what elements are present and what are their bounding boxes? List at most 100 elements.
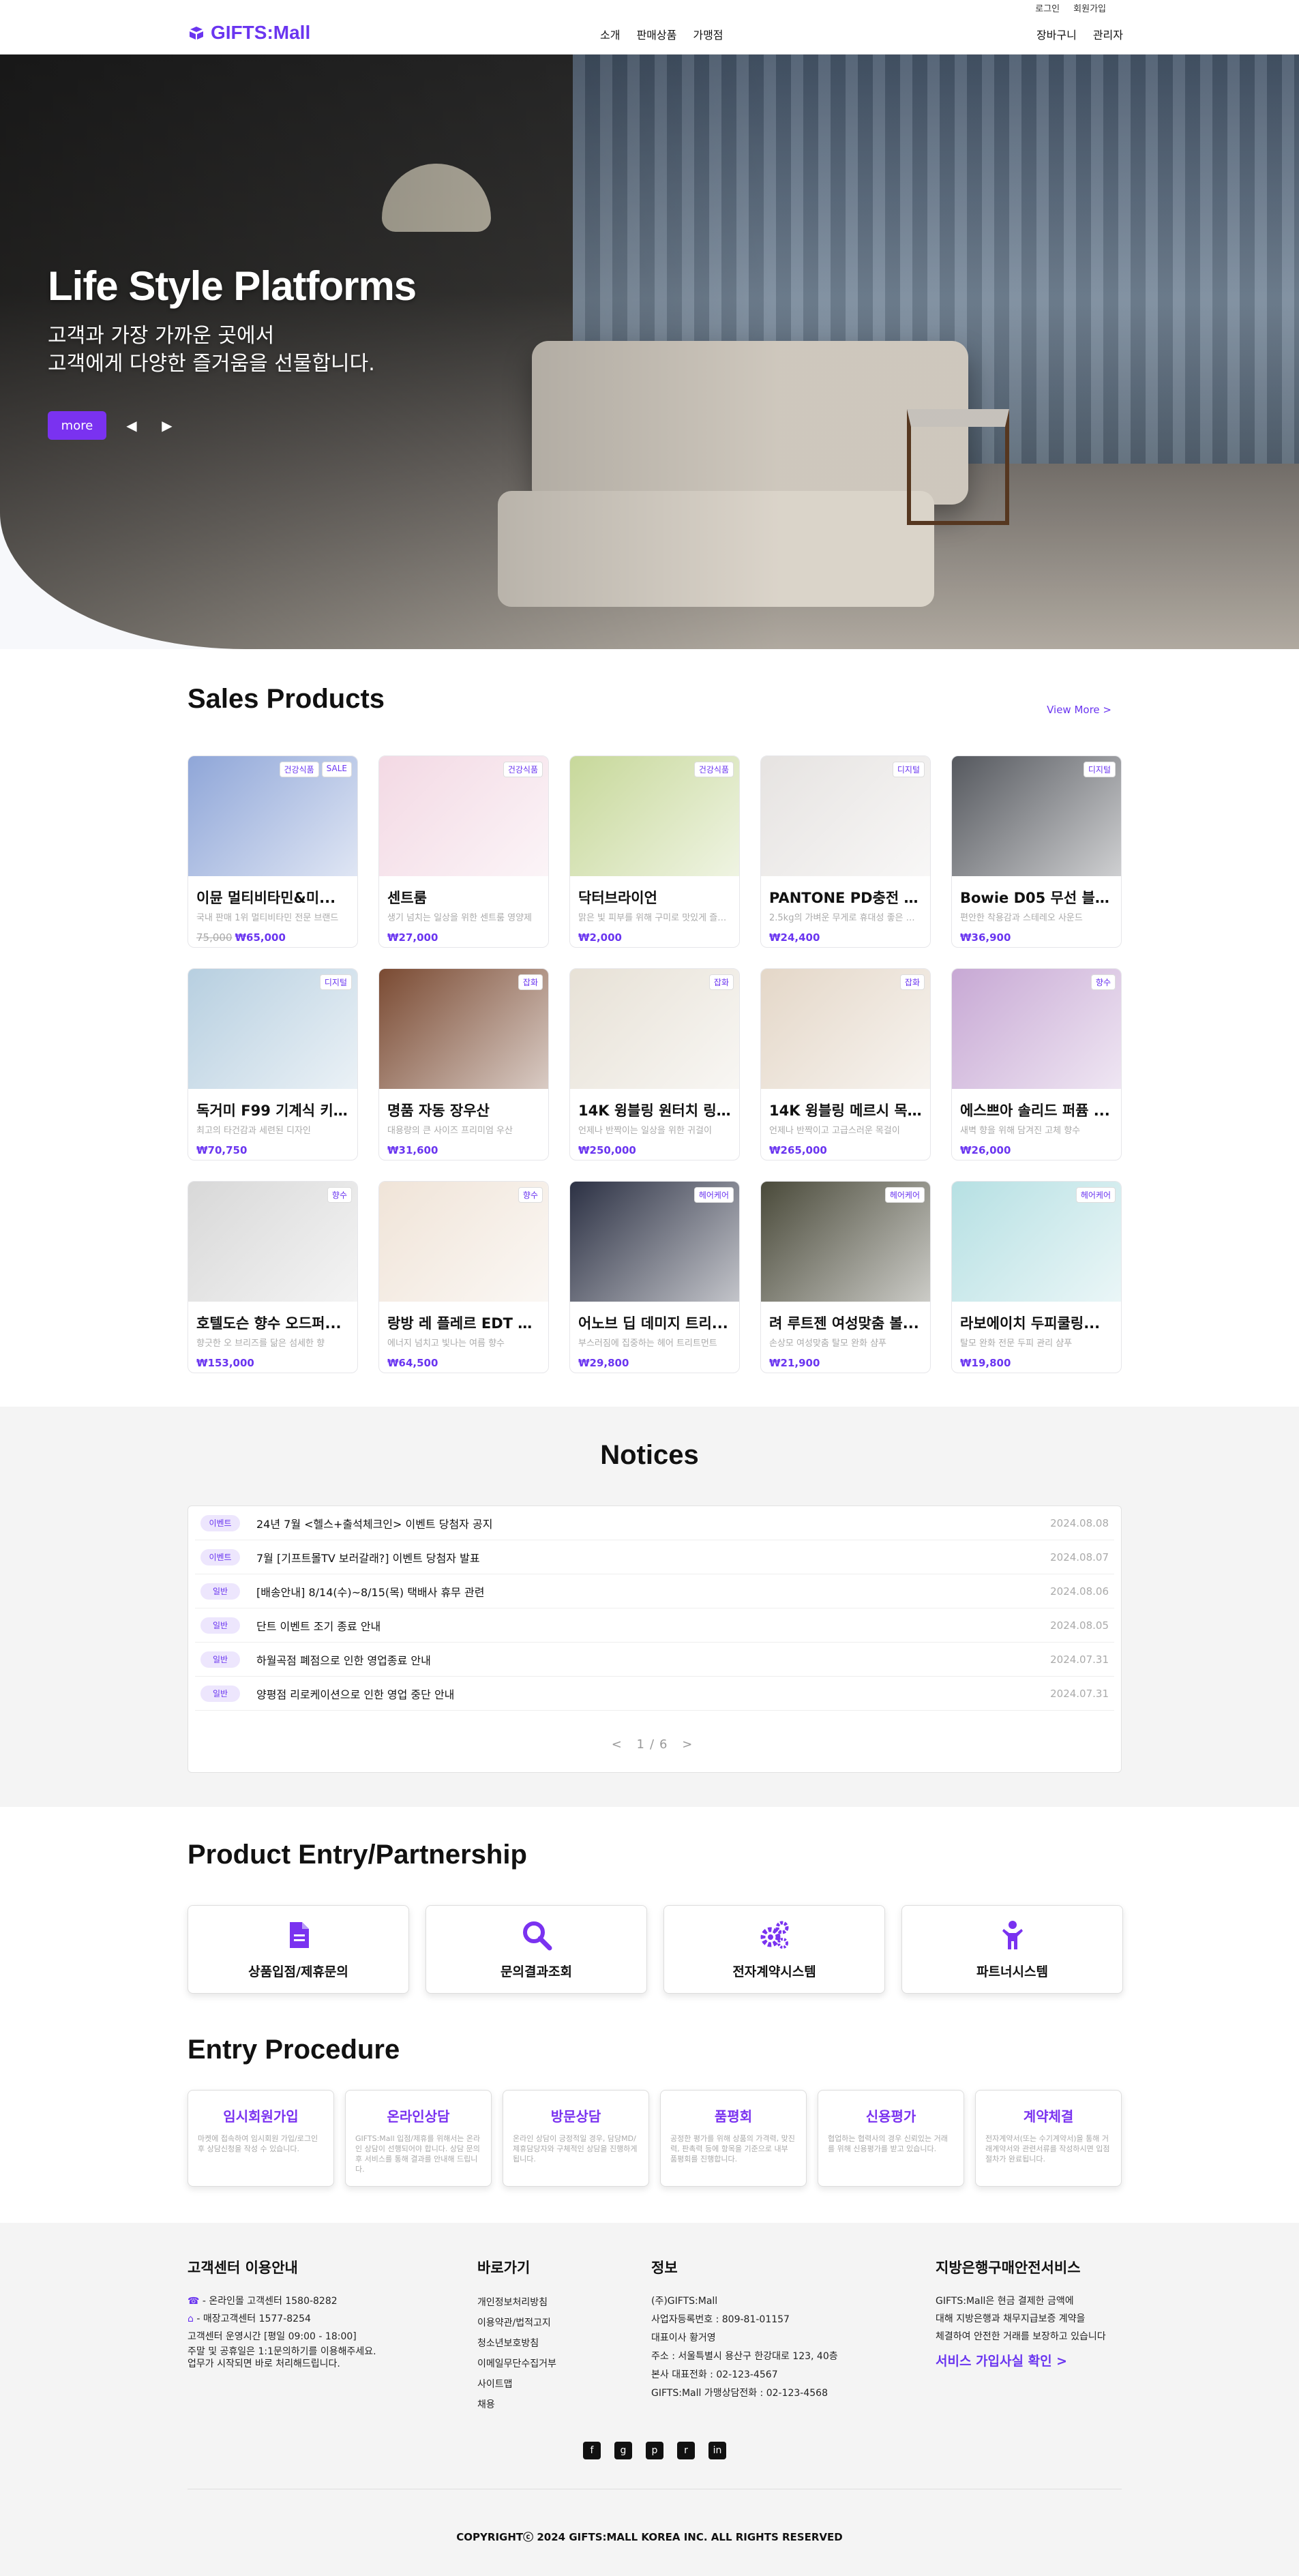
logo[interactable]: GIFTS:Mall: [188, 22, 310, 44]
linkedin-icon[interactable]: in: [708, 2442, 726, 2459]
site-footer: 고객센터 이용안내 ☎ - 온라인몰 고객센터 1580-8282 ⌂ - 매장…: [0, 2223, 1299, 2576]
product-card[interactable]: 디지털 독거미 F99 기계식 키... 최고의 타건감과 세련된 디자인 ₩7…: [188, 968, 358, 1160]
product-name[interactable]: 14K 윙블링 원터치 링...: [570, 1089, 739, 1120]
product-image[interactable]: 디지털: [761, 756, 930, 876]
product-card[interactable]: 향수 랑방 레 플레르 EDT 9... 에너지 넘치고 빛나는 여름 향수 ₩…: [378, 1181, 549, 1373]
product-card[interactable]: 향수 호텔도슨 향수 오드퍼... 향긋한 오 브리즈를 닮은 섬세한 향 ₩1…: [188, 1181, 358, 1373]
product-image[interactable]: 건강식품: [570, 756, 739, 876]
partner-card-entry[interactable]: 상품입점/제휴문의: [188, 1905, 409, 1994]
notice-row[interactable]: 이벤트 7월 [기프트몰TV 보러갈래?] 이벤트 당첨자 발표 2024.08…: [195, 1540, 1114, 1574]
notice-row[interactable]: 일반 [배송안내] 8/14(수)~8/15(목) 택배사 휴무 관련 2024…: [195, 1574, 1114, 1608]
pinterest-icon[interactable]: p: [646, 2442, 663, 2459]
product-image[interactable]: 건강식품 SALE: [188, 756, 357, 876]
product-name[interactable]: 에스쁘아 솔리드 퍼퓸 ...: [952, 1089, 1121, 1120]
pager-next-button[interactable]: >: [682, 1737, 698, 1752]
product-card[interactable]: 헤어케어 려 루트젠 여성맞춤 볼... 손상모 여성맞춤 탈모 완화 샴푸 ₩…: [760, 1181, 931, 1373]
product-name[interactable]: 14K 윙블링 메르시 목...: [761, 1089, 930, 1120]
product-name[interactable]: Bowie D05 무선 블루...: [952, 876, 1121, 908]
product-image[interactable]: 헤어케어: [952, 1182, 1121, 1302]
product-card[interactable]: 헤어케어 라보에이치 두피쿨링... 탈모 완화 전문 두피 관리 샴푸 ₩19…: [951, 1181, 1122, 1373]
reddit-icon[interactable]: r: [677, 2442, 695, 2459]
category-badge: 헤어케어: [884, 1187, 925, 1203]
procedure-step-desc: 온라인 상담이 긍정적일 경우, 담당MD/제휴담당자와 구체적인 상담을 진행…: [513, 2134, 638, 2163]
product-image[interactable]: 디지털: [952, 756, 1121, 876]
product-name[interactable]: 닥터브라이언: [570, 876, 739, 908]
product-name[interactable]: 독거미 F99 기계식 키...: [188, 1089, 357, 1120]
notice-title[interactable]: 양평점 리로케이션으로 인한 영업 중단 안내: [256, 1686, 454, 1702]
partner-card-contract[interactable]: 전자계약시스템: [663, 1905, 885, 1994]
gears-icon: [760, 1921, 788, 1949]
product-card[interactable]: 잡화 14K 윙블링 원터치 링... 언제나 반짝이는 일상을 위한 귀걸이 …: [569, 968, 740, 1160]
facebook-icon[interactable]: f: [583, 2442, 601, 2459]
footer-link-youth[interactable]: 청소년보호방침: [477, 2333, 627, 2354]
notice-row[interactable]: 이벤트 24년 7월 <헬스+출석체크인> 이벤트 당첨자 공지 2024.08…: [195, 1506, 1114, 1540]
hero-text: Life Style Platforms 고객과 가장 가까운 곳에서 고객에게…: [48, 263, 417, 378]
footer-links: 바로가기 개인정보처리방침 이용약관/법적고지 청소년보호방침 이메일무단수집거…: [477, 2257, 627, 2415]
product-name[interactable]: 센트룸: [379, 876, 548, 908]
product-name[interactable]: 라보에이치 두피쿨링...: [952, 1302, 1121, 1333]
product-image[interactable]: 향수: [379, 1182, 548, 1302]
notice-title[interactable]: 24년 7월 <헬스+출석체크인> 이벤트 당첨자 공지: [256, 1515, 492, 1531]
product-name[interactable]: 랑방 레 플레르 EDT 9...: [379, 1302, 548, 1333]
product-name[interactable]: PANTONE PD충전 보...: [761, 876, 930, 908]
product-card[interactable]: 건강식품 센트룸 생기 넘치는 일상을 위한 센트룸 영양제 ₩27,000: [378, 755, 549, 948]
pager-prev-button[interactable]: <: [612, 1737, 627, 1752]
notice-title[interactable]: [배송안내] 8/14(수)~8/15(목) 택배사 휴무 관련: [256, 1583, 484, 1600]
product-name[interactable]: 려 루트젠 여성맞춤 볼...: [761, 1302, 930, 1333]
hero-more-button[interactable]: more: [48, 411, 106, 440]
notice-title[interactable]: 하월곡점 폐점으로 인한 영업종료 안내: [256, 1651, 431, 1668]
nav-item-stores[interactable]: 가맹점: [693, 26, 723, 42]
product-name[interactable]: 호텔도슨 향수 오드퍼...: [188, 1302, 357, 1333]
product-image[interactable]: 건강식품: [379, 756, 548, 876]
footer-link-terms[interactable]: 이용약관/법적고지: [477, 2313, 627, 2333]
cart-link[interactable]: 장바구니: [1036, 26, 1077, 42]
footer-link-sitemap[interactable]: 사이트맵: [477, 2374, 627, 2395]
product-image[interactable]: 잡화: [379, 969, 548, 1089]
hero-prev-icon[interactable]: ◀: [121, 417, 142, 434]
hero-next-icon[interactable]: ▶: [157, 417, 177, 434]
product-desc: 탈모 완화 전문 두피 관리 샴푸: [960, 1338, 1073, 1349]
product-card[interactable]: 향수 에스쁘아 솔리드 퍼퓸 ... 새벽 향을 위해 담겨진 고체 향수 ₩2…: [951, 968, 1122, 1160]
footer-link-privacy[interactable]: 개인정보처리방침: [477, 2292, 627, 2313]
product-name[interactable]: 명품 자동 장우산: [379, 1089, 548, 1120]
product-image[interactable]: 디지털: [188, 969, 357, 1089]
signup-link[interactable]: 회원가입: [1073, 1, 1106, 14]
footer-link-recruit[interactable]: 채용: [477, 2395, 627, 2415]
product-image[interactable]: 잡화: [570, 969, 739, 1089]
login-link[interactable]: 로그인: [1035, 1, 1060, 14]
notice-title[interactable]: 7월 [기프트몰TV 보러갈래?] 이벤트 당첨자 발표: [256, 1549, 480, 1566]
admin-link[interactable]: 관리자: [1093, 26, 1123, 42]
hero-subtitle-line1: 고객과 가장 가까운 곳에서: [48, 324, 275, 348]
notice-row[interactable]: 일반 단트 이벤트 조기 종료 안내 2024.08.05: [195, 1608, 1114, 1643]
partner-card-inquiry[interactable]: 문의결과조회: [425, 1905, 647, 1994]
partner-card-system[interactable]: 파트너시스템: [901, 1905, 1123, 1994]
product-card[interactable]: 디지털 PANTONE PD충전 보... 2.5kg의 가벼운 무게로 휴대성…: [760, 755, 931, 948]
escrow-confirm-link[interactable]: 서비스 가입사실 확인 >: [936, 2351, 1133, 2371]
product-price: ₩26,000: [952, 1136, 1121, 1156]
nav-item-products[interactable]: 판매상품: [636, 26, 676, 42]
view-more-link[interactable]: View More >: [1047, 704, 1111, 716]
product-image[interactable]: 헤어케어: [570, 1182, 739, 1302]
product-card[interactable]: 잡화 14K 윙블링 메르시 목... 언제나 반짝이고 고급스러운 목걸이 ₩…: [760, 968, 931, 1160]
product-image[interactable]: 향수: [188, 1182, 357, 1302]
sale-price: ₩153,000: [196, 1357, 254, 1369]
product-card[interactable]: 헤어케어 어노브 딥 데미지 트리... 부스러짐에 집중하는 헤어 트리트먼트…: [569, 1181, 740, 1373]
product-card[interactable]: 건강식품 SALE 이뮨 멀티비타민&미... 국내 판매 1위 멀티비타민 전문…: [188, 755, 358, 948]
notice-row[interactable]: 일반 양평점 리로케이션으로 인한 영업 중단 안내 2024.07.31: [195, 1677, 1114, 1711]
product-image[interactable]: 잡화: [761, 969, 930, 1089]
footer-link-email[interactable]: 이메일무단수집거부: [477, 2354, 627, 2374]
product-card[interactable]: 잡화 명품 자동 장우산 대용량의 큰 사이즈 프리미엄 우산 ₩31,600: [378, 968, 549, 1160]
product-name[interactable]: 이뮨 멀티비타민&미...: [188, 876, 357, 908]
notice-row[interactable]: 일반 하월곡점 폐점으로 인한 영업종료 안내 2024.07.31: [195, 1643, 1114, 1677]
notice-title[interactable]: 단트 이벤트 조기 종료 안내: [256, 1617, 380, 1634]
info-franchise-phone: GIFTS:Mall 가맹상담전화 : 02-123-4568: [651, 2388, 828, 2399]
product-image[interactable]: 향수: [952, 969, 1121, 1089]
product-card[interactable]: 디지털 Bowie D05 무선 블루... 편안한 착용감과 스테레오 사운드…: [951, 755, 1122, 948]
sale-price: ₩70,750: [196, 1144, 248, 1156]
product-name[interactable]: 어노브 딥 데미지 트리...: [570, 1302, 739, 1333]
home-icon: ⌂: [188, 2313, 194, 2324]
nav-item-about[interactable]: 소개: [600, 26, 620, 42]
product-card[interactable]: 건강식품 닥터브라이언 맑은 빛 피부를 위해 구미로 맛있게 즐기는 ₩2,0…: [569, 755, 740, 948]
product-image[interactable]: 헤어케어: [761, 1182, 930, 1302]
google-icon[interactable]: g: [614, 2442, 632, 2459]
